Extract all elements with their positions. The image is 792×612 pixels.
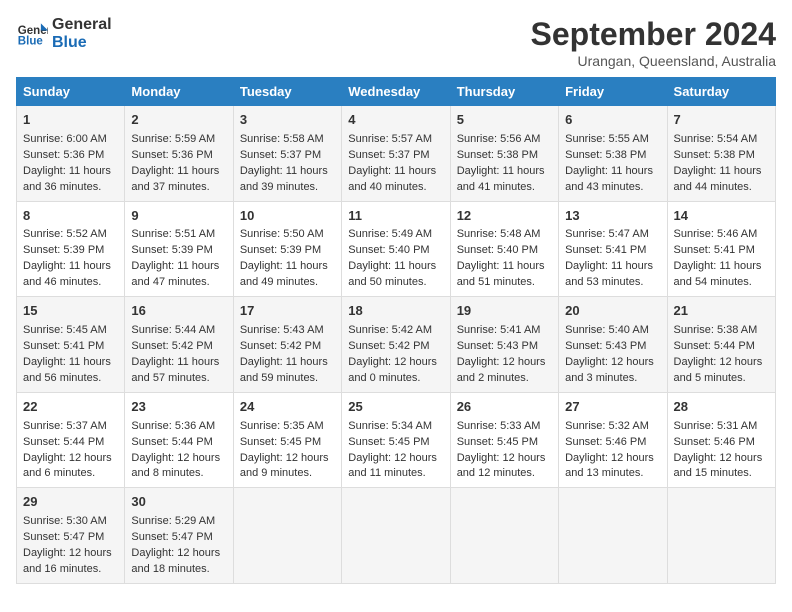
header-saturday: Saturday xyxy=(667,78,775,106)
calendar-cell: 5Sunrise: 5:56 AMSunset: 5:38 PMDaylight… xyxy=(450,106,558,202)
page-header: General Blue General Blue September 2024… xyxy=(16,16,776,69)
calendar-cell: 23Sunrise: 5:36 AMSunset: 5:44 PMDayligh… xyxy=(125,392,233,488)
day-number: 12 xyxy=(457,207,552,226)
day-number: 23 xyxy=(131,398,226,417)
day-number: 11 xyxy=(348,207,443,226)
logo: General Blue General Blue xyxy=(16,16,112,52)
calendar-cell: 3Sunrise: 5:58 AMSunset: 5:37 PMDaylight… xyxy=(233,106,341,202)
title-block: September 2024 Urangan, Queensland, Aust… xyxy=(531,16,776,69)
calendar-week-2: 8Sunrise: 5:52 AMSunset: 5:39 PMDaylight… xyxy=(17,201,776,297)
calendar-cell xyxy=(667,488,775,584)
day-number: 26 xyxy=(457,398,552,417)
calendar-cell: 21Sunrise: 5:38 AMSunset: 5:44 PMDayligh… xyxy=(667,297,775,393)
calendar-cell: 10Sunrise: 5:50 AMSunset: 5:39 PMDayligh… xyxy=(233,201,341,297)
calendar-week-5: 29Sunrise: 5:30 AMSunset: 5:47 PMDayligh… xyxy=(17,488,776,584)
calendar-cell: 16Sunrise: 5:44 AMSunset: 5:42 PMDayligh… xyxy=(125,297,233,393)
calendar-cell: 26Sunrise: 5:33 AMSunset: 5:45 PMDayligh… xyxy=(450,392,558,488)
day-number: 24 xyxy=(240,398,335,417)
day-number: 4 xyxy=(348,111,443,130)
header-friday: Friday xyxy=(559,78,667,106)
calendar-cell: 20Sunrise: 5:40 AMSunset: 5:43 PMDayligh… xyxy=(559,297,667,393)
calendar-cell: 27Sunrise: 5:32 AMSunset: 5:46 PMDayligh… xyxy=(559,392,667,488)
calendar-cell: 6Sunrise: 5:55 AMSunset: 5:38 PMDaylight… xyxy=(559,106,667,202)
day-number: 5 xyxy=(457,111,552,130)
day-number: 18 xyxy=(348,302,443,321)
header-sunday: Sunday xyxy=(17,78,125,106)
location-subtitle: Urangan, Queensland, Australia xyxy=(531,53,776,69)
calendar-header-row: SundayMondayTuesdayWednesdayThursdayFrid… xyxy=(17,78,776,106)
calendar-cell xyxy=(233,488,341,584)
day-number: 9 xyxy=(131,207,226,226)
day-number: 25 xyxy=(348,398,443,417)
calendar-cell: 4Sunrise: 5:57 AMSunset: 5:37 PMDaylight… xyxy=(342,106,450,202)
day-number: 21 xyxy=(674,302,769,321)
day-number: 28 xyxy=(674,398,769,417)
logo-icon: General Blue xyxy=(16,18,48,50)
calendar-cell: 12Sunrise: 5:48 AMSunset: 5:40 PMDayligh… xyxy=(450,201,558,297)
logo-general: General xyxy=(52,16,112,34)
day-number: 30 xyxy=(131,493,226,512)
day-number: 13 xyxy=(565,207,660,226)
day-number: 27 xyxy=(565,398,660,417)
header-monday: Monday xyxy=(125,78,233,106)
day-number: 22 xyxy=(23,398,118,417)
logo-blue: Blue xyxy=(52,34,112,52)
calendar-cell: 29Sunrise: 5:30 AMSunset: 5:47 PMDayligh… xyxy=(17,488,125,584)
day-number: 1 xyxy=(23,111,118,130)
calendar-cell xyxy=(450,488,558,584)
day-number: 2 xyxy=(131,111,226,130)
day-number: 17 xyxy=(240,302,335,321)
calendar-table: SundayMondayTuesdayWednesdayThursdayFrid… xyxy=(16,77,776,584)
calendar-cell: 24Sunrise: 5:35 AMSunset: 5:45 PMDayligh… xyxy=(233,392,341,488)
calendar-week-4: 22Sunrise: 5:37 AMSunset: 5:44 PMDayligh… xyxy=(17,392,776,488)
calendar-cell: 25Sunrise: 5:34 AMSunset: 5:45 PMDayligh… xyxy=(342,392,450,488)
day-number: 14 xyxy=(674,207,769,226)
header-wednesday: Wednesday xyxy=(342,78,450,106)
calendar-cell: 1Sunrise: 6:00 AMSunset: 5:36 PMDaylight… xyxy=(17,106,125,202)
day-number: 16 xyxy=(131,302,226,321)
header-thursday: Thursday xyxy=(450,78,558,106)
calendar-cell: 17Sunrise: 5:43 AMSunset: 5:42 PMDayligh… xyxy=(233,297,341,393)
calendar-cell: 18Sunrise: 5:42 AMSunset: 5:42 PMDayligh… xyxy=(342,297,450,393)
day-number: 19 xyxy=(457,302,552,321)
calendar-week-1: 1Sunrise: 6:00 AMSunset: 5:36 PMDaylight… xyxy=(17,106,776,202)
day-number: 15 xyxy=(23,302,118,321)
calendar-cell: 14Sunrise: 5:46 AMSunset: 5:41 PMDayligh… xyxy=(667,201,775,297)
day-number: 8 xyxy=(23,207,118,226)
day-number: 6 xyxy=(565,111,660,130)
calendar-cell: 30Sunrise: 5:29 AMSunset: 5:47 PMDayligh… xyxy=(125,488,233,584)
day-number: 3 xyxy=(240,111,335,130)
day-number: 20 xyxy=(565,302,660,321)
calendar-cell: 9Sunrise: 5:51 AMSunset: 5:39 PMDaylight… xyxy=(125,201,233,297)
calendar-cell: 8Sunrise: 5:52 AMSunset: 5:39 PMDaylight… xyxy=(17,201,125,297)
calendar-cell: 7Sunrise: 5:54 AMSunset: 5:38 PMDaylight… xyxy=(667,106,775,202)
calendar-cell: 15Sunrise: 5:45 AMSunset: 5:41 PMDayligh… xyxy=(17,297,125,393)
calendar-cell: 22Sunrise: 5:37 AMSunset: 5:44 PMDayligh… xyxy=(17,392,125,488)
calendar-cell: 13Sunrise: 5:47 AMSunset: 5:41 PMDayligh… xyxy=(559,201,667,297)
header-tuesday: Tuesday xyxy=(233,78,341,106)
calendar-cell xyxy=(342,488,450,584)
day-number: 7 xyxy=(674,111,769,130)
calendar-cell: 28Sunrise: 5:31 AMSunset: 5:46 PMDayligh… xyxy=(667,392,775,488)
calendar-week-3: 15Sunrise: 5:45 AMSunset: 5:41 PMDayligh… xyxy=(17,297,776,393)
day-number: 29 xyxy=(23,493,118,512)
day-number: 10 xyxy=(240,207,335,226)
month-title: September 2024 xyxy=(531,16,776,53)
calendar-cell: 2Sunrise: 5:59 AMSunset: 5:36 PMDaylight… xyxy=(125,106,233,202)
calendar-cell: 19Sunrise: 5:41 AMSunset: 5:43 PMDayligh… xyxy=(450,297,558,393)
calendar-cell: 11Sunrise: 5:49 AMSunset: 5:40 PMDayligh… xyxy=(342,201,450,297)
svg-text:Blue: Blue xyxy=(18,36,44,48)
calendar-cell xyxy=(559,488,667,584)
